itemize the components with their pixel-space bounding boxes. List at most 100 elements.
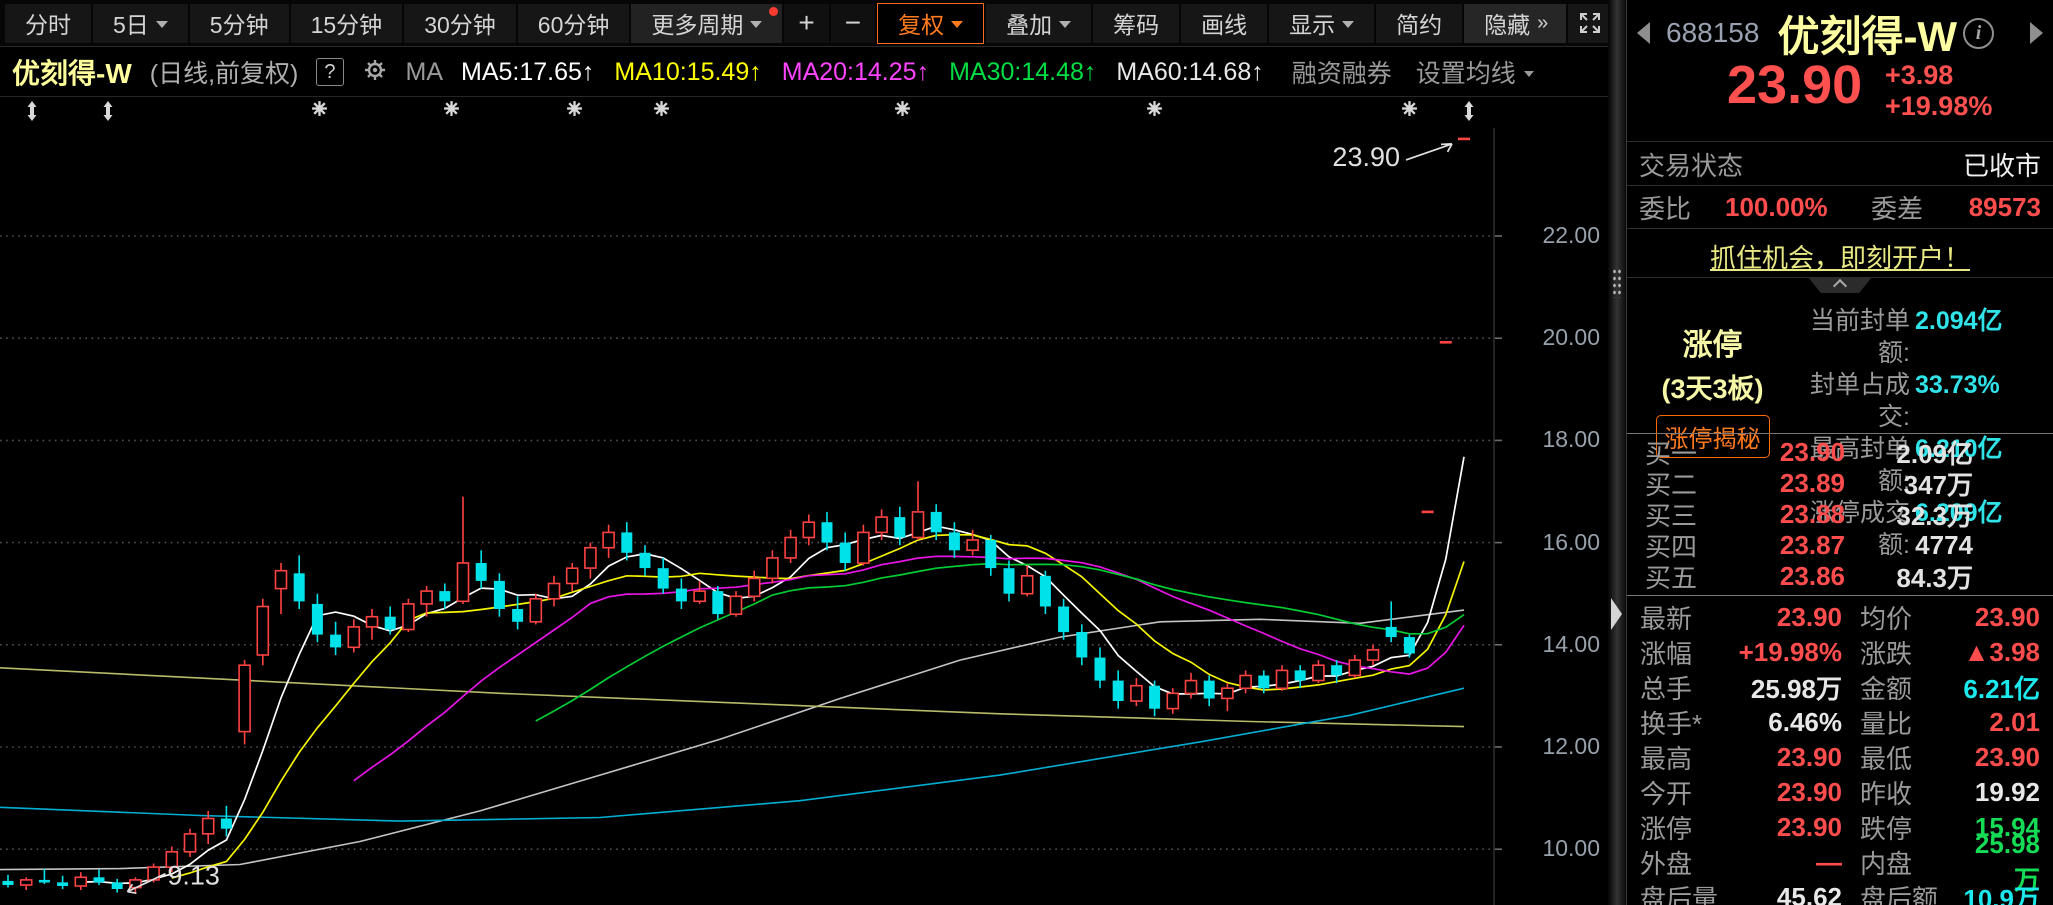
event-marker-icon[interactable] [1146, 100, 1163, 122]
stat-label: 最高 [1640, 739, 1732, 776]
bid-row[interactable]: 买四23.874774 [1627, 530, 2053, 561]
stat-row: 涨幅+19.98%涨跌▲3.98 [1627, 635, 2053, 670]
panel-collapse-arrow-icon[interactable] [1611, 598, 1622, 630]
event-marker-icon[interactable] [894, 100, 911, 122]
stat-value: ▲3.98 [1952, 637, 2040, 668]
limit-up-boards: (3天3板) [1645, 367, 1780, 406]
stat-label: 盘后额 [1860, 879, 1952, 905]
bid-levels: 买一23.902.09亿买二23.89347万买三23.8832.3万买四23.… [1627, 437, 2053, 592]
zoom-out-button[interactable]: − [831, 4, 875, 43]
ex-rights-marker-icon[interactable] [25, 100, 39, 127]
collapse-tab[interactable] [1808, 277, 1872, 293]
price-tick-label: 22.00 [1496, 222, 1600, 249]
event-marker-icon[interactable] [311, 100, 328, 122]
stat-label: 昨收 [1860, 774, 1952, 811]
ma-extra-buttons: 融资融券设置均线 [1292, 54, 1534, 90]
bid-price: 23.90 [1717, 437, 1845, 468]
fullscreen-button[interactable] [1568, 4, 1612, 43]
candlestick-chart[interactable]: 23.909.13 [0, 98, 1608, 905]
bid-row[interactable]: 买五23.8684.3万 [1627, 561, 2053, 592]
stat-label: 量比 [1860, 704, 1952, 741]
button-label: 叠加 [1006, 6, 1052, 40]
next-stock-arrow-icon[interactable] [2030, 22, 2043, 44]
draw-line-button[interactable]: 画线 [1181, 4, 1267, 43]
stat-value: 19.92 [1952, 777, 2040, 808]
stat-value: 23.90 [1952, 602, 2040, 633]
event-marker-icon[interactable] [653, 100, 670, 122]
tab-5day[interactable]: 5日 [93, 4, 188, 43]
zoom-in-button[interactable]: + [784, 4, 828, 43]
chevron-up-icon [1833, 279, 1847, 293]
limit-up-detail-row: 当前封单额:2.094亿 [1780, 305, 2042, 369]
tab-15min[interactable]: 15分钟 [291, 4, 403, 43]
ma-settings-button[interactable]: 设置均线 [1416, 54, 1534, 90]
stat-label: 涨停 [1640, 809, 1732, 846]
bid-price: 23.86 [1717, 561, 1845, 592]
prev-stock-arrow-icon[interactable] [1637, 22, 1650, 44]
stat-row: 外盘—内盘25.98万 [1627, 845, 2053, 880]
button-label: 分时 [25, 6, 71, 40]
chips-button[interactable]: 筹码 [1093, 4, 1179, 43]
stat-row: 换手*6.46%量比2.01 [1627, 705, 2053, 740]
ex-rights-marker-icon[interactable] [101, 100, 115, 127]
stat-label: 金额 [1860, 669, 1952, 706]
bid-row[interactable]: 买一23.902.09亿 [1627, 437, 2053, 468]
adjust-price-button[interactable]: 复权 [877, 3, 984, 44]
stat-label: 总手 [1640, 669, 1732, 706]
stat-value: — [1732, 847, 1842, 878]
overlay-button[interactable]: 叠加 [986, 4, 1091, 43]
weicha-label: 委差 [1871, 189, 1923, 226]
price-change: +3.98 +19.98% [1885, 60, 1992, 122]
stat-row: 总手25.98万金额6.21亿 [1627, 670, 2053, 705]
weibi-row: 委比 100.00% 委差 89573 [1627, 189, 2053, 225]
bid-row[interactable]: 买二23.89347万 [1627, 468, 2053, 499]
stat-label: 盘后量 [1640, 879, 1732, 905]
price-tick-label: 16.00 [1496, 529, 1600, 556]
quote-header: 688158 优刻得-W i [1627, 8, 2053, 58]
display-button[interactable]: 显示 [1269, 4, 1374, 43]
button-label: 更多周期 [651, 6, 743, 40]
stat-row: 今开23.90昨收19.92 [1627, 775, 2053, 810]
ma-legend-item: MA60:14.68↑ [1116, 58, 1263, 87]
stat-value: 10.9万 [1952, 879, 2040, 905]
margin-trading-button[interactable]: 融资融券 [1292, 54, 1392, 90]
panel-splitter[interactable] [1608, 0, 1626, 905]
tab-5min[interactable]: 5分钟 [190, 4, 289, 43]
bid-row[interactable]: 买三23.8832.3万 [1627, 499, 2053, 530]
change-percent: +19.98% [1885, 91, 1992, 122]
tab-60min[interactable]: 60分钟 [518, 4, 630, 43]
stat-value: 6.21亿 [1952, 669, 2040, 706]
button-label: 15分钟 [311, 6, 383, 40]
notification-dot [769, 7, 778, 16]
tab-minute[interactable]: 分时 [5, 4, 91, 43]
more-periods-button[interactable]: 更多周期 [631, 4, 782, 43]
open-account-link[interactable]: 抓住机会，即刻开户！ [1710, 243, 1970, 273]
event-marker-icon[interactable] [566, 100, 583, 122]
splitter-grip[interactable] [1612, 268, 1622, 298]
weibi-label: 委比 [1639, 189, 1691, 226]
hide-button[interactable]: 隐藏» [1464, 4, 1566, 43]
button-label: 60分钟 [538, 6, 610, 40]
bid-price: 23.88 [1717, 499, 1845, 530]
tab-30min[interactable]: 30分钟 [404, 4, 516, 43]
bid-volume: 4774 [1845, 530, 1973, 561]
ma-legend-item: MA20:14.25↑ [782, 58, 929, 87]
help-icon[interactable]: ? [316, 58, 343, 86]
weicha-value: 89573 [1923, 192, 2041, 223]
chart-mode-label: (日线,前复权) [150, 54, 299, 90]
ex-rights-marker-icon[interactable] [1462, 100, 1476, 127]
stat-label: 均价 [1860, 599, 1952, 636]
event-marker-icon[interactable] [1401, 100, 1418, 122]
button-label: 5日 [113, 6, 149, 40]
stat-label: 跌停 [1860, 809, 1952, 846]
gear-icon[interactable] [362, 57, 388, 88]
bid-price: 23.89 [1717, 468, 1845, 499]
stat-value: 6.46% [1732, 707, 1842, 738]
detail-value: 33.73% [1915, 369, 2000, 433]
info-icon[interactable]: i [1963, 18, 1994, 49]
detail-value: 2.094亿 [1915, 305, 2003, 369]
double-chevron-icon: » [1537, 12, 1546, 35]
event-marker-icon[interactable] [443, 100, 460, 122]
simple-mode-button[interactable]: 简约 [1376, 4, 1462, 43]
button-label: − [845, 7, 861, 39]
